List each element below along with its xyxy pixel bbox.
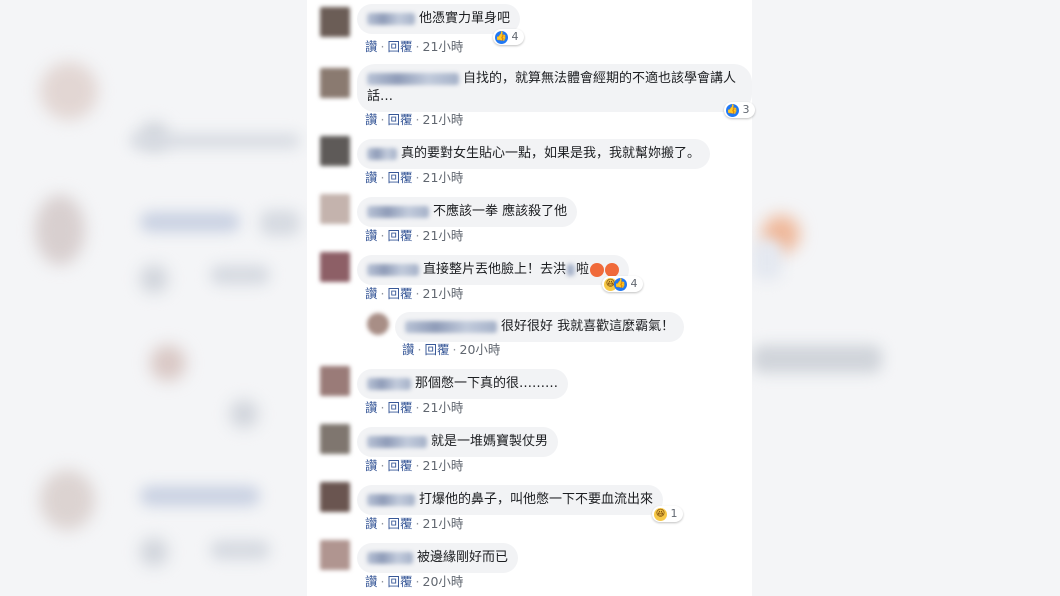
comment-text: 不應該一拳 應該殺了他 <box>433 204 568 219</box>
comment-actions: 讚 · 回覆 · 21小時 <box>365 516 464 531</box>
avatar[interactable] <box>320 252 350 282</box>
haha-icon: 😆 <box>654 507 667 521</box>
comment-bubble: 自找的，就算無法體會經期的不適也該學會講人話… <box>357 64 752 112</box>
angry-icon <box>605 262 620 277</box>
like-link[interactable]: 讚 <box>365 170 378 185</box>
commenter-name[interactable] <box>367 435 427 448</box>
comment-bubble: 真的要對女生貼心一點，如果是我，我就幫妳搬了。 <box>357 139 711 169</box>
avatar[interactable] <box>320 7 350 37</box>
reply-link[interactable]: 回覆 <box>388 574 413 589</box>
commenter-name[interactable] <box>367 263 419 276</box>
reply-link[interactable]: 回覆 <box>425 342 450 357</box>
like-icon: 👍 <box>495 30 508 44</box>
like-link[interactable]: 讚 <box>402 342 415 357</box>
timestamp[interactable]: 20小時 <box>423 574 464 589</box>
commenter-name[interactable] <box>367 147 397 160</box>
reply-link[interactable]: 回覆 <box>388 516 413 531</box>
comment-actions: 讚 · 回覆 · 21小時 <box>365 39 464 54</box>
timestamp[interactable]: 21小時 <box>423 228 464 243</box>
comment-bubble: 就是一堆媽寶製仗男 <box>357 427 559 457</box>
like-link[interactable]: 讚 <box>365 286 378 301</box>
comment-text: 那個憋一下真的很……… <box>415 376 559 391</box>
comment-text: 就是一堆媽寶製仗男 <box>431 434 549 449</box>
avatar[interactable] <box>320 540 350 570</box>
comment-bubble: 不應該一拳 應該殺了他 <box>357 197 578 227</box>
reaction-summary[interactable]: 👍 3 <box>724 102 755 118</box>
reply-link[interactable]: 回覆 <box>388 112 413 127</box>
commenter-name[interactable] <box>367 377 411 390</box>
comment-text: 打爆他的鼻子，叫他憋一下不要血流出來 <box>419 492 654 507</box>
timestamp[interactable]: 20小時 <box>460 342 501 357</box>
reply-link[interactable]: 回覆 <box>388 286 413 301</box>
comment-actions: 讚 · 回覆 · 20小時 <box>365 574 464 589</box>
blurred-right-panel <box>752 0 1060 596</box>
comments-panel: 他憑實力單身吧 👍 4 讚 · 回覆 · 21小時 自找的，就算無法體會經期的不適也該學… <box>307 0 755 596</box>
like-link[interactable]: 讚 <box>365 516 378 531</box>
avatar[interactable] <box>320 194 350 224</box>
like-link[interactable]: 讚 <box>365 400 378 415</box>
angry-icon <box>590 262 605 277</box>
commenter-name[interactable] <box>367 493 415 506</box>
avatar[interactable] <box>367 313 389 335</box>
like-link[interactable]: 讚 <box>365 112 378 127</box>
timestamp[interactable]: 21小時 <box>423 516 464 531</box>
comment-bubble: 直接整片丟他臉上！去洪啦 <box>357 255 630 285</box>
comment-actions: 讚 · 回覆 · 20小時 <box>402 342 501 357</box>
reply-link[interactable]: 回覆 <box>388 228 413 243</box>
reaction-summary[interactable]: 😆👍 4 <box>602 276 643 292</box>
avatar[interactable] <box>320 424 350 454</box>
comment-text: 他憑實力單身吧 <box>419 11 511 26</box>
comment-bubble: 那個憋一下真的很……… <box>357 369 569 399</box>
like-icon: 👍 <box>614 277 627 291</box>
comment-actions: 讚 · 回覆 · 21小時 <box>365 228 464 243</box>
comment-actions: 讚 · 回覆 · 21小時 <box>365 400 464 415</box>
comment-actions: 讚 · 回覆 · 21小時 <box>365 112 464 127</box>
comment-bubble: 被邊緣剛好而已 <box>357 543 519 573</box>
blurred-left-panel <box>0 0 307 596</box>
avatar[interactable] <box>320 366 350 396</box>
like-icon: 👍 <box>726 103 739 117</box>
commenter-name[interactable] <box>405 320 497 333</box>
commenter-name[interactable] <box>367 551 413 564</box>
avatar[interactable] <box>320 68 350 98</box>
avatar[interactable] <box>320 482 350 512</box>
timestamp[interactable]: 21小時 <box>423 400 464 415</box>
like-link[interactable]: 讚 <box>365 574 378 589</box>
comment-actions: 讚 · 回覆 · 21小時 <box>365 286 464 301</box>
timestamp[interactable]: 21小時 <box>423 39 464 54</box>
reply-link[interactable]: 回覆 <box>388 39 413 54</box>
commenter-name[interactable] <box>367 205 429 218</box>
comment-bubble: 打爆他的鼻子，叫他憋一下不要血流出來 <box>357 485 664 515</box>
like-link[interactable]: 讚 <box>365 458 378 473</box>
reply-link[interactable]: 回覆 <box>388 400 413 415</box>
like-link[interactable]: 讚 <box>365 228 378 243</box>
reaction-summary[interactable]: 😆 1 <box>652 506 683 522</box>
comment-text: 很好很好 我就喜歡這麼霸氣！ <box>501 319 675 334</box>
reply-link[interactable]: 回覆 <box>388 170 413 185</box>
commenter-name[interactable] <box>367 72 459 85</box>
comment-text: 直接整片丟他臉上！去洪 <box>423 262 567 277</box>
like-link[interactable]: 讚 <box>365 39 378 54</box>
comment-bubble: 很好很好 我就喜歡這麼霸氣！ <box>395 312 685 342</box>
comment-actions: 讚 · 回覆 · 21小時 <box>365 170 464 185</box>
reply-link[interactable]: 回覆 <box>388 458 413 473</box>
timestamp[interactable]: 21小時 <box>423 286 464 301</box>
timestamp[interactable]: 21小時 <box>423 458 464 473</box>
commenter-name[interactable] <box>367 12 415 25</box>
avatar[interactable] <box>320 136 350 166</box>
comment-text: 被邊緣剛好而已 <box>417 550 509 565</box>
timestamp[interactable]: 21小時 <box>423 170 464 185</box>
comment-text: 真的要對女生貼心一點，如果是我，我就幫妳搬了。 <box>401 146 701 161</box>
comment-actions: 讚 · 回覆 · 21小時 <box>365 458 464 473</box>
reaction-summary[interactable]: 👍 4 <box>493 29 524 45</box>
timestamp[interactable]: 21小時 <box>423 112 464 127</box>
